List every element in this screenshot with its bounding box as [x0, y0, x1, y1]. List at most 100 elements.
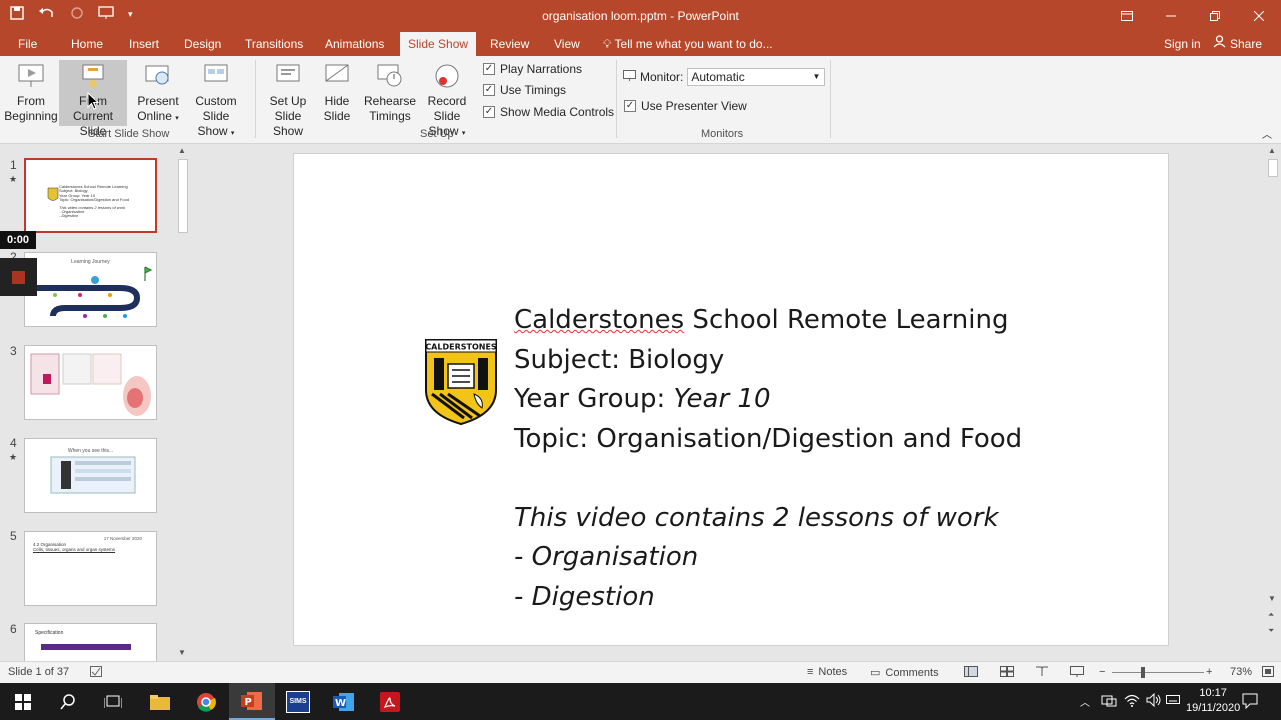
- slide-blank-line: [514, 459, 1022, 499]
- slide-line-3-label: Year Group:: [514, 384, 674, 414]
- scroll-up-icon[interactable]: ▲: [1268, 146, 1276, 155]
- acrobat-icon[interactable]: [367, 683, 413, 720]
- minimize-icon[interactable]: [1149, 0, 1193, 32]
- tab-slide-show[interactable]: Slide Show: [400, 32, 477, 56]
- powerpoint-taskbar-icon[interactable]: P: [229, 683, 275, 720]
- from-beginning-button[interactable]: From Beginning: [4, 60, 58, 126]
- slide-counter: Slide 1 of 37: [8, 666, 70, 678]
- thumb-number: 6: [10, 622, 17, 636]
- present-online-button[interactable]: Present Online ▾: [134, 60, 182, 126]
- tab-review[interactable]: Review: [482, 32, 537, 56]
- use-presenter-view-checkbox[interactable]: ✓ Use Presenter View: [624, 99, 747, 113]
- fit-slide-icon[interactable]: [1262, 666, 1274, 677]
- rehearse-timings-button[interactable]: Rehearse Timings: [364, 60, 416, 126]
- keyboard-icon[interactable]: [1166, 693, 1180, 708]
- slide-thumbnail-6[interactable]: Specification: [24, 623, 157, 661]
- ribbon-display-icon[interactable]: [1105, 0, 1149, 32]
- chrome-icon[interactable]: [183, 683, 229, 720]
- slide-thumbnail-4[interactable]: When you see this...: [24, 438, 157, 513]
- record-slide-show-button[interactable]: Record Slide Show ▾: [415, 60, 479, 138]
- collapse-ribbon-icon[interactable]: ︿: [1262, 126, 1272, 141]
- tab-transitions[interactable]: Transitions: [237, 32, 311, 56]
- rehearse-line1: Rehearse: [364, 94, 417, 108]
- custom-slide-show-button[interactable]: Custom Slide Show ▾: [182, 60, 250, 138]
- tab-design[interactable]: Design: [176, 32, 229, 56]
- thumb-number: 4: [10, 436, 17, 450]
- zoom-slider-thumb[interactable]: [1141, 667, 1145, 678]
- monitor-dropdown[interactable]: Automatic ▼: [687, 68, 826, 86]
- present-online-text: Online: [137, 109, 172, 123]
- show-media-label: Show Media Controls: [500, 105, 615, 119]
- normal-view-icon[interactable]: [964, 666, 978, 677]
- slide-thumbnail-2[interactable]: Learning Journey: [24, 252, 157, 327]
- scroll-down-icon[interactable]: ▼: [178, 648, 186, 657]
- rehearse-line2: Timings: [369, 109, 411, 123]
- tray-expand-icon[interactable]: ︿: [1080, 694, 1090, 709]
- search-icon[interactable]: [45, 683, 91, 720]
- notes-icon: ≡: [807, 666, 814, 678]
- previous-slide-icon[interactable]: ⏶: [1268, 610, 1274, 620]
- stop-recording-button[interactable]: [0, 258, 37, 296]
- scroll-up-icon[interactable]: ▲: [178, 146, 186, 155]
- tab-home[interactable]: Home: [63, 32, 111, 56]
- restore-icon[interactable]: [1193, 0, 1237, 32]
- wifi-icon[interactable]: [1124, 693, 1140, 710]
- file-explorer-icon[interactable]: [137, 683, 183, 720]
- reading-view-icon[interactable]: [1035, 666, 1049, 677]
- notes-button[interactable]: ≡ Notes: [807, 666, 847, 678]
- sims-taskbar-icon[interactable]: SIMS: [275, 683, 321, 720]
- lightbulb-icon: 💡︎: [603, 37, 612, 51]
- close-icon[interactable]: [1237, 0, 1281, 32]
- chevron-down-icon: ▼: [812, 72, 821, 81]
- show-media-controls-checkbox[interactable]: ✓ Show Media Controls: [483, 105, 614, 119]
- zoom-slider[interactable]: [1112, 672, 1204, 673]
- slide-canvas[interactable]: CALDERSTONES Calderstones School Remote …: [293, 153, 1169, 646]
- ribbon-tabs: File Home Insert Design Transitions Anim…: [0, 32, 1281, 56]
- tab-file[interactable]: File: [10, 32, 45, 56]
- taskbar-clock[interactable]: 10:17 19/11/2020: [1186, 686, 1240, 716]
- set-up-slide-show-button[interactable]: Set Up Slide Show: [259, 60, 317, 138]
- tell-me-search[interactable]: 💡︎ Tell me what you want to do...: [603, 32, 773, 56]
- slide-line-1-rest: School Remote Learning: [684, 305, 1009, 335]
- spell-check-icon[interactable]: [90, 666, 102, 677]
- notifications-icon[interactable]: [1242, 693, 1258, 712]
- school-crest-icon: CALDERSTONES: [425, 339, 497, 426]
- thumb-6-bar: [41, 644, 131, 650]
- slideshow-view-icon[interactable]: [1070, 666, 1084, 677]
- slide-sorter-icon[interactable]: [1000, 666, 1014, 677]
- thumbnail-scrollbar[interactable]: ▲ ▼: [176, 145, 190, 661]
- task-view-icon[interactable]: [90, 683, 136, 720]
- hide-slide-button[interactable]: Hide Slide: [320, 60, 354, 126]
- play-narrations-checkbox[interactable]: ✓ Play Narrations: [483, 62, 582, 76]
- volume-icon[interactable]: [1146, 692, 1162, 710]
- comments-button[interactable]: ▭ Comments: [870, 666, 939, 680]
- sign-in-link[interactable]: Sign in: [1164, 32, 1201, 56]
- person-icon: [1213, 32, 1226, 56]
- slide-scrollbar[interactable]: ▲ ▼ ⏶ ⏷: [1266, 145, 1280, 655]
- use-timings-checkbox[interactable]: ✓ Use Timings: [483, 83, 566, 97]
- tab-insert[interactable]: Insert: [121, 32, 167, 56]
- start-button-windows-icon[interactable]: [0, 683, 46, 720]
- word-icon[interactable]: W: [321, 683, 367, 720]
- tab-animations[interactable]: Animations: [317, 32, 392, 56]
- network-icon[interactable]: [1101, 693, 1117, 710]
- comments-label: Comments: [885, 666, 939, 679]
- slide-thumbnail-3[interactable]: [24, 345, 157, 420]
- learning-journey-road-icon: [35, 266, 153, 318]
- scroll-down-icon[interactable]: ▼: [1268, 594, 1276, 603]
- scroll-thumb[interactable]: [1268, 159, 1278, 177]
- share-button[interactable]: Share: [1213, 32, 1262, 56]
- zoom-out-button[interactable]: −: [1099, 666, 1105, 678]
- zoom-in-button[interactable]: +: [1206, 666, 1212, 678]
- slide-body-text[interactable]: Calderstones School Remote Learning Subj…: [514, 301, 1022, 617]
- chevron-down-icon: ▾: [461, 130, 466, 137]
- scroll-thumb[interactable]: [178, 159, 188, 233]
- slide-thumbnail-5[interactable]: 17 November 2020 4.2 Organisation Cells,…: [24, 531, 157, 606]
- digestive-system-diagram-icon: [30, 353, 151, 416]
- tab-view[interactable]: View: [546, 32, 588, 56]
- next-slide-icon[interactable]: ⏷: [1268, 626, 1274, 636]
- zoom-level[interactable]: 73%: [1230, 666, 1252, 678]
- present-online-line1: Present: [137, 94, 179, 108]
- animation-star-icon: ★: [9, 174, 18, 184]
- slide-thumbnail-1[interactable]: Calderstones School Remote Learning Subj…: [24, 158, 157, 233]
